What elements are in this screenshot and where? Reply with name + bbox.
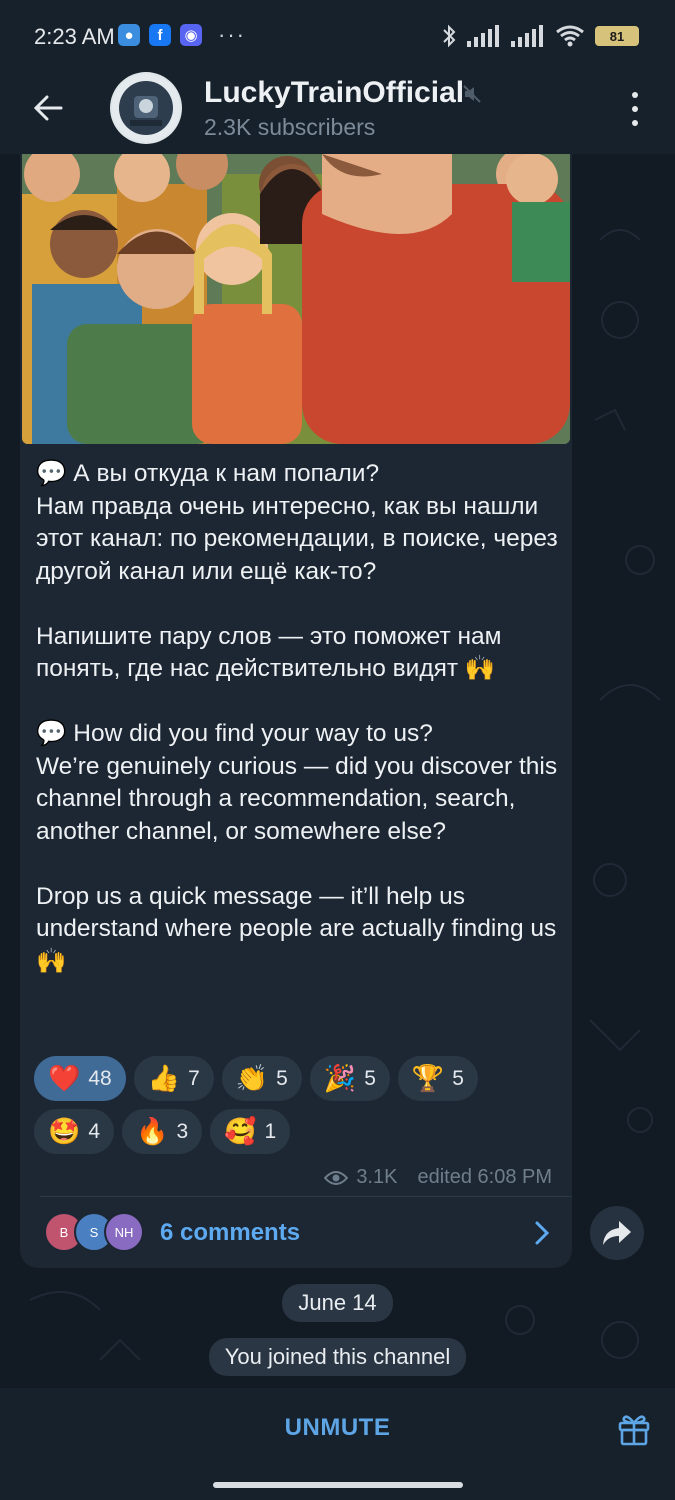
status-bar: 2:23 AM ● f ◉ ··· 81 <box>0 0 675 72</box>
clap-emoji: 👏 <box>235 1063 269 1094</box>
reaction-count: 48 <box>88 1066 112 1090</box>
party-emoji: 🎉 <box>323 1063 357 1094</box>
reactions-bar: ❤️ 48 👍 7 👏 5 🎉 5 🏆 5 🤩 4 🔥 3 🥰 1 <box>34 1056 564 1154</box>
edited-time: edited 6:08 PM <box>417 1166 552 1188</box>
channel-name[interactable]: LuckyTrainOfficial <box>204 76 464 110</box>
reaction-smiling-hearts[interactable]: 🥰 1 <box>210 1109 291 1154</box>
reaction-heart[interactable]: ❤️ 48 <box>34 1056 126 1101</box>
dot-icon <box>632 120 638 126</box>
back-button[interactable] <box>28 88 68 128</box>
reaction-count: 5 <box>364 1066 376 1090</box>
dot-icon <box>632 106 638 112</box>
channel-avatar[interactable] <box>110 72 182 144</box>
back-arrow-icon <box>33 95 63 121</box>
chevron-right-icon <box>535 1221 550 1245</box>
reaction-count: 5 <box>452 1066 464 1090</box>
fire-emoji: 🔥 <box>136 1116 169 1147</box>
bottom-bar: UNMUTE <box>0 1388 675 1500</box>
chat-header: LuckyTrainOfficial 2.3K subscribers <box>0 72 675 154</box>
post-meta: 3.1K edited 6:08 PM <box>324 1166 552 1189</box>
share-button[interactable] <box>590 1206 644 1260</box>
home-indicator[interactable] <box>213 1482 463 1488</box>
discord-icon: ◉ <box>180 24 202 46</box>
trophy-emoji: 🏆 <box>411 1063 445 1094</box>
date-label: June 14 <box>282 1284 393 1322</box>
bluetooth-icon <box>443 24 456 48</box>
smiling-hearts-emoji: 🥰 <box>224 1116 257 1147</box>
commenter-avatar: NH <box>104 1212 144 1252</box>
reaction-count: 4 <box>88 1119 101 1143</box>
train-logo-icon <box>112 74 180 142</box>
reaction-thumbs-up[interactable]: 👍 7 <box>133 1056 214 1101</box>
reaction-count: 5 <box>276 1066 288 1090</box>
battery-icon: 81 <box>595 26 639 46</box>
unmute-button[interactable]: UNMUTE <box>0 1414 675 1442</box>
view-count: 3.1K <box>356 1166 398 1188</box>
muted-icon <box>463 85 481 103</box>
messages-app-icon: ● <box>118 24 140 46</box>
notification-icons: ● f ◉ <box>118 24 202 46</box>
channel-post[interactable]: 💬 А вы откуда к нам попали? Нам правда о… <box>20 154 572 1268</box>
thumbs-up-emoji: 👍 <box>147 1063 181 1094</box>
post-text: 💬 А вы откуда к нам попали? Нам правда о… <box>36 460 558 975</box>
reaction-count: 1 <box>264 1119 277 1143</box>
eye-icon <box>324 1170 349 1185</box>
more-options-button[interactable] <box>623 92 647 126</box>
signal-icon <box>467 25 499 47</box>
comments-divider <box>40 1196 572 1197</box>
reaction-count: 7 <box>188 1066 200 1090</box>
post-image[interactable] <box>22 154 570 444</box>
service-message: You joined this channel <box>0 1338 675 1376</box>
heart-emoji: ❤️ <box>48 1063 81 1094</box>
reaction-star-struck[interactable]: 🤩 4 <box>34 1109 115 1154</box>
more-notifications-icon: ··· <box>218 22 246 47</box>
reaction-count: 3 <box>176 1119 189 1143</box>
wifi-icon <box>556 25 584 47</box>
status-time: 2:23 AM <box>34 24 115 49</box>
comments-label: 6 comments <box>160 1219 301 1246</box>
reaction-clap[interactable]: 👏 5 <box>221 1056 302 1101</box>
dot-icon <box>632 92 638 98</box>
reaction-trophy[interactable]: 🏆 5 <box>397 1056 478 1101</box>
system-icons: 81 <box>441 24 639 48</box>
star-struck-emoji: 🤩 <box>48 1116 81 1147</box>
reaction-fire[interactable]: 🔥 3 <box>122 1109 203 1154</box>
subscriber-count: 2.3K subscribers <box>204 114 376 140</box>
facebook-icon: f <box>149 24 171 46</box>
share-arrow-icon <box>603 1221 631 1245</box>
comments-button[interactable]: B S NH 6 comments <box>20 1204 572 1262</box>
joined-label: You joined this channel <box>208 1338 467 1376</box>
crowd-illustration <box>22 154 570 444</box>
gift-icon[interactable] <box>617 1412 651 1446</box>
reaction-party[interactable]: 🎉 5 <box>309 1056 390 1101</box>
signal-icon-2 <box>511 25 543 47</box>
date-separator: June 14 <box>0 1284 675 1322</box>
